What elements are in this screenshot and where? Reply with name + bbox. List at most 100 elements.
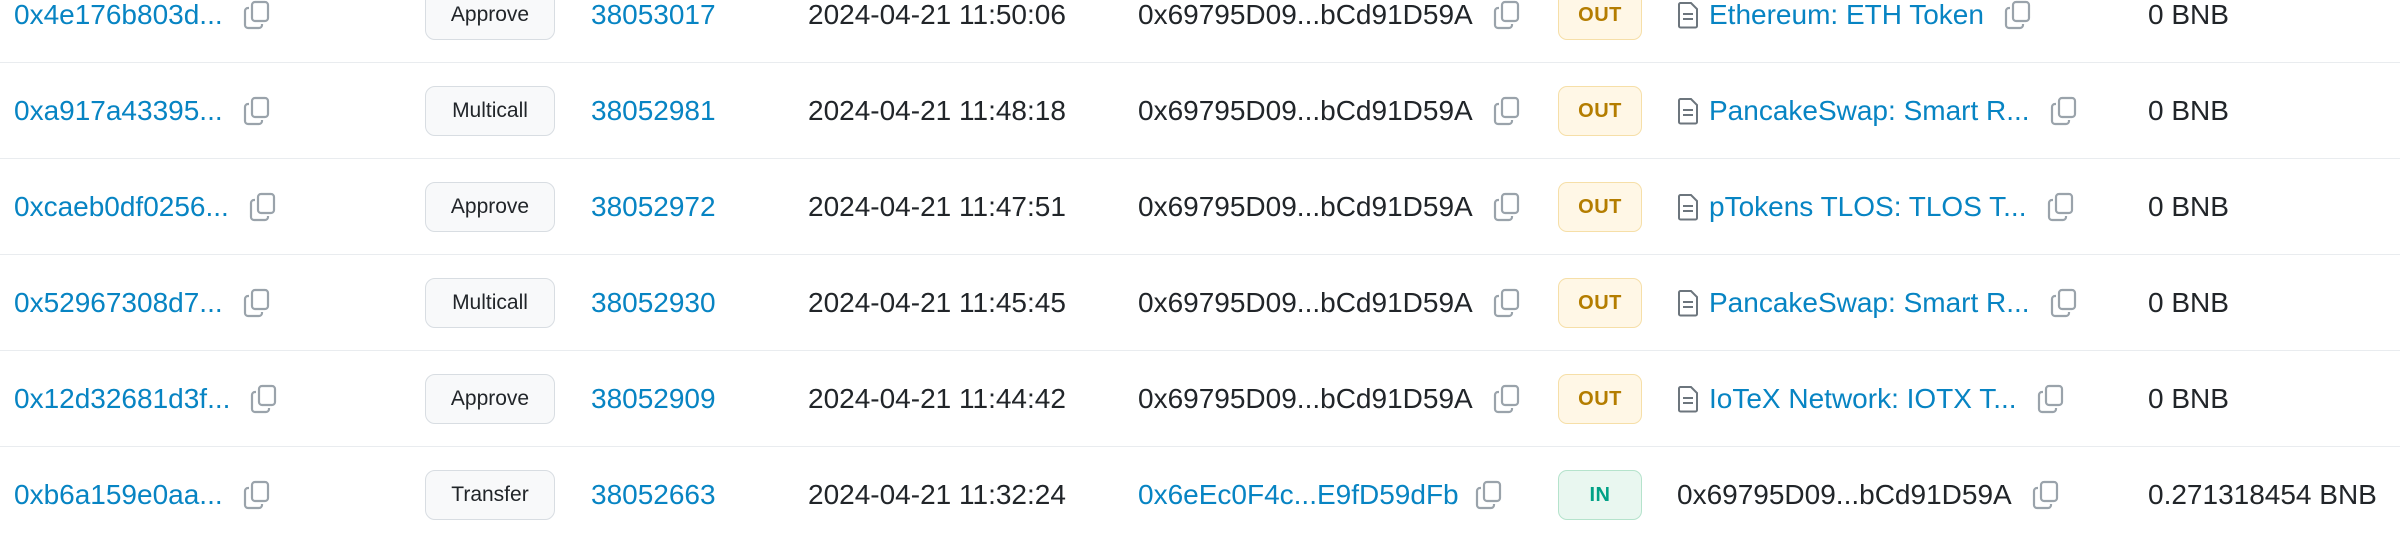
copy-icon[interactable] xyxy=(243,288,271,318)
txn-hash-cell: 0xa917a43395... xyxy=(14,63,314,159)
txn-hash-link[interactable]: 0xb6a159e0aa... xyxy=(14,479,223,511)
value-cell: 0 BNB xyxy=(2148,0,2398,63)
direction-cell: OUT xyxy=(1558,255,1644,351)
copy-icon[interactable] xyxy=(243,0,271,30)
contract-file-icon xyxy=(1677,385,1699,413)
copy-icon[interactable] xyxy=(243,96,271,126)
txn-hash-cell: 0x4e176b803d... xyxy=(14,0,314,63)
method-badge: Multicall xyxy=(425,278,555,328)
txn-value: 0 BNB xyxy=(2148,383,2229,414)
copy-icon[interactable] xyxy=(2047,192,2075,222)
copy-icon[interactable] xyxy=(2050,96,2078,126)
contract-file-icon xyxy=(1677,97,1699,125)
value-cell: 0 BNB xyxy=(2148,351,2398,447)
copy-icon[interactable] xyxy=(1493,384,1521,414)
block-link[interactable]: 38052909 xyxy=(591,383,716,415)
contract-file-icon xyxy=(1677,1,1699,29)
txn-value: 0 BNB xyxy=(2148,191,2229,222)
direction-badge: OUT xyxy=(1558,374,1642,424)
from-address[interactable]: 0x6eEc0F4c...E9fD59dFb xyxy=(1138,479,1459,511)
copy-icon[interactable] xyxy=(2037,384,2065,414)
age-cell: 2024-04-21 11:50:06 xyxy=(808,0,1108,63)
copy-icon[interactable] xyxy=(1493,288,1521,318)
age-cell: 2024-04-21 11:32:24 xyxy=(808,447,1108,536)
method-cell: Approve xyxy=(425,351,560,447)
from-cell: 0x69795D09...bCd91D59A xyxy=(1138,63,1538,159)
direction-cell: OUT xyxy=(1558,63,1644,159)
method-cell: Multicall xyxy=(425,255,560,351)
copy-icon[interactable] xyxy=(243,480,271,510)
method-badge: Transfer xyxy=(425,470,555,520)
direction-badge: OUT xyxy=(1558,86,1642,136)
method-cell: Transfer xyxy=(425,447,560,536)
from-address: 0x69795D09...bCd91D59A xyxy=(1138,191,1473,222)
copy-icon[interactable] xyxy=(250,384,278,414)
block-cell: 38052663 xyxy=(591,447,771,536)
age-cell: 2024-04-21 11:44:42 xyxy=(808,351,1108,447)
from-cell: 0x69795D09...bCd91D59A xyxy=(1138,255,1538,351)
method-cell: Approve xyxy=(425,159,560,255)
copy-icon[interactable] xyxy=(1493,96,1521,126)
table-row: 0x12d32681d3f... Approve 38052909 2024-0… xyxy=(0,351,2400,447)
copy-icon[interactable] xyxy=(2004,0,2032,30)
from-cell: 0x69795D09...bCd91D59A xyxy=(1138,0,1538,63)
age-cell: 2024-04-21 11:47:51 xyxy=(808,159,1108,255)
to-address[interactable]: PancakeSwap: Smart R... xyxy=(1709,287,2030,319)
direction-badge: OUT xyxy=(1558,278,1642,328)
txn-hash-cell: 0x12d32681d3f... xyxy=(14,351,314,447)
direction-badge: OUT xyxy=(1558,182,1642,232)
txn-timestamp: 2024-04-21 11:44:42 xyxy=(808,383,1066,414)
txn-hash-link[interactable]: 0xcaeb0df0256... xyxy=(14,191,229,223)
txn-hash-link[interactable]: 0x12d32681d3f... xyxy=(14,383,230,415)
copy-icon[interactable] xyxy=(1475,480,1503,510)
block-link[interactable]: 38053017 xyxy=(591,0,716,31)
method-badge: Multicall xyxy=(425,86,555,136)
value-cell: 0 BNB xyxy=(2148,255,2398,351)
value-cell: 0.271318454 BNB xyxy=(2148,447,2398,536)
txn-hash-cell: 0xb6a159e0aa... xyxy=(14,447,314,536)
to-cell: IoTeX Network: IOTX T... xyxy=(1677,351,2097,447)
transactions-table: 0x4e176b803d... Approve 38053017 2024-04… xyxy=(0,0,2400,536)
block-link[interactable]: 38052972 xyxy=(591,191,716,223)
txn-hash-link[interactable]: 0xa917a43395... xyxy=(14,95,223,127)
txn-value: 0.271318454 BNB xyxy=(2148,479,2377,510)
block-link[interactable]: 38052981 xyxy=(591,95,716,127)
copy-icon[interactable] xyxy=(2050,288,2078,318)
txn-value: 0 BNB xyxy=(2148,287,2229,318)
method-badge: Approve xyxy=(425,0,555,40)
to-address[interactable]: IoTeX Network: IOTX T... xyxy=(1709,383,2017,415)
to-address[interactable]: pTokens TLOS: TLOS T... xyxy=(1709,191,2027,223)
direction-badge: OUT xyxy=(1558,0,1642,40)
txn-hash-cell: 0xcaeb0df0256... xyxy=(14,159,314,255)
txn-hash-link[interactable]: 0x4e176b803d... xyxy=(14,0,223,31)
txn-value: 0 BNB xyxy=(2148,0,2229,30)
method-badge: Approve xyxy=(425,374,555,424)
method-cell: Approve xyxy=(425,0,560,63)
block-link[interactable]: 38052663 xyxy=(591,479,716,511)
contract-file-icon xyxy=(1677,289,1699,317)
block-cell: 38052972 xyxy=(591,159,771,255)
table-row: 0xb6a159e0aa... Transfer 38052663 2024-0… xyxy=(0,447,2400,536)
txn-timestamp: 2024-04-21 11:45:45 xyxy=(808,287,1066,318)
method-badge: Approve xyxy=(425,182,555,232)
copy-icon[interactable] xyxy=(1493,0,1521,30)
to-address: 0x69795D09...bCd91D59A xyxy=(1677,479,2012,510)
to-cell: 0x69795D09...bCd91D59A xyxy=(1677,447,2097,536)
from-cell: 0x6eEc0F4c...E9fD59dFb xyxy=(1138,447,1538,536)
to-address[interactable]: PancakeSwap: Smart R... xyxy=(1709,95,2030,127)
txn-value: 0 BNB xyxy=(2148,95,2229,126)
from-address: 0x69795D09...bCd91D59A xyxy=(1138,383,1473,414)
block-cell: 38052909 xyxy=(591,351,771,447)
txn-hash-link[interactable]: 0x52967308d7... xyxy=(14,287,223,319)
table-row: 0x52967308d7... Multicall 38052930 2024-… xyxy=(0,255,2400,351)
block-cell: 38052930 xyxy=(591,255,771,351)
to-address[interactable]: Ethereum: ETH Token xyxy=(1709,0,1984,31)
table-row: 0x4e176b803d... Approve 38053017 2024-04… xyxy=(0,0,2400,63)
txn-timestamp: 2024-04-21 11:48:18 xyxy=(808,95,1066,126)
copy-icon[interactable] xyxy=(249,192,277,222)
txn-timestamp: 2024-04-21 11:32:24 xyxy=(808,479,1066,510)
copy-icon[interactable] xyxy=(1493,192,1521,222)
copy-icon[interactable] xyxy=(2032,480,2060,510)
contract-file-icon xyxy=(1677,193,1699,221)
block-link[interactable]: 38052930 xyxy=(591,287,716,319)
